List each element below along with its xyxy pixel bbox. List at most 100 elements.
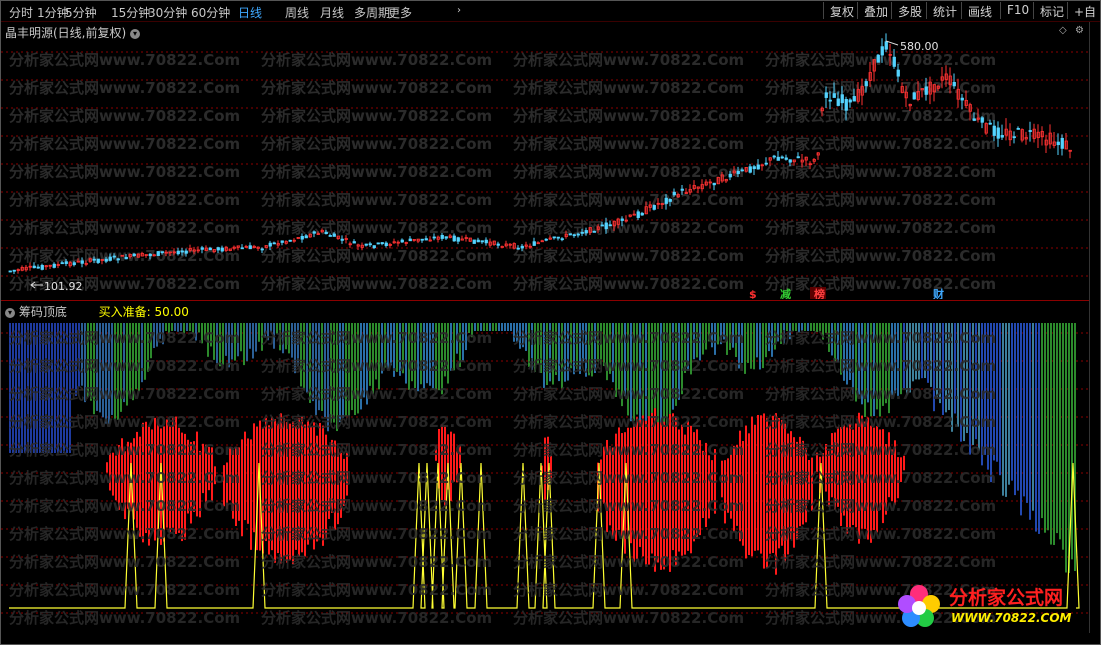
chevron-down-icon[interactable]: ▾ xyxy=(5,307,15,318)
chip-bar xyxy=(246,323,248,362)
event-tag[interactable]: 财 xyxy=(932,287,944,301)
period-tab-2[interactable]: 5分钟 xyxy=(65,4,97,21)
watermark-text: 分析家公式网www.70822.Com xyxy=(513,107,744,125)
candle xyxy=(444,236,448,240)
watermark-text: 分析家公式网www.70822.Com xyxy=(261,469,492,487)
candle xyxy=(700,179,704,192)
period-tab-7[interactable]: 周线 xyxy=(285,4,309,21)
candle xyxy=(912,91,916,100)
toolbar-button-4[interactable]: 画线 xyxy=(961,2,998,19)
period-tab-1[interactable]: 1分钟 xyxy=(37,4,69,21)
candle xyxy=(228,248,232,252)
chip-bar xyxy=(1017,323,1019,491)
toolbar-button-3[interactable]: 统计 xyxy=(926,2,963,19)
watermark-text: 分析家公式网www.70822.Com xyxy=(261,441,492,459)
right-scroll-strip[interactable] xyxy=(1089,22,1100,633)
watermark-text: 分析家公式网www.70822.Com xyxy=(765,553,996,571)
chip-bar xyxy=(1014,323,1016,496)
period-tab-8[interactable]: 月线 xyxy=(320,4,344,21)
candle xyxy=(632,210,636,216)
kline-panel[interactable]: 分析家公式网www.70822.Com 分析家公式网www.70822.Com 分析… xyxy=(1,22,1089,301)
panel-divider[interactable] xyxy=(1,300,1089,301)
candle xyxy=(1068,149,1072,159)
watermark-text: 分析家公式网www.70822.Com xyxy=(513,553,744,571)
toolbar-button-6[interactable]: 标记 xyxy=(1033,2,1070,19)
watermark-text-layer: 分析家公式网www.70822.Com 分析家公式网www.70822.Com 分析… xyxy=(9,51,996,293)
candle xyxy=(244,244,248,248)
chip-bar xyxy=(510,323,512,331)
candle xyxy=(1024,131,1028,145)
watermark-text: 分析家公式网www.70822.Com xyxy=(513,135,744,153)
toolbar-button-2[interactable]: 多股 xyxy=(891,2,928,19)
candle xyxy=(1008,123,1012,146)
watermark-text: 分析家公式网www.70822.Com xyxy=(261,497,492,515)
chip-bar xyxy=(1062,323,1064,550)
toolbar-button-0[interactable]: 复权 xyxy=(823,2,860,19)
candle xyxy=(712,182,716,191)
watermark-text: 分析家公式网www.70822.Com xyxy=(765,413,996,431)
candle xyxy=(540,239,544,243)
candle xyxy=(288,239,292,242)
watermark-text: 分析家公式网www.70822.Com xyxy=(9,51,240,69)
buy-bar xyxy=(751,416,753,557)
event-tag[interactable]: 减 xyxy=(780,287,791,301)
watermark-text: 分析家公式网www.70822.Com xyxy=(9,553,240,571)
candle xyxy=(256,246,260,251)
candle xyxy=(1040,126,1044,146)
watermark-text: 分析家公式网www.70822.Com xyxy=(261,609,492,627)
settings-icon[interactable]: ⚙ xyxy=(1075,25,1084,36)
chip-bar xyxy=(744,323,746,374)
period-tab-10[interactable]: 更多 xyxy=(388,4,412,21)
candle xyxy=(44,265,48,270)
diamond-icon[interactable]: ◇ xyxy=(1059,25,1067,36)
candle xyxy=(264,245,268,249)
kline-chart[interactable]: 分析家公式网www.70822.Com 分析家公式网www.70822.Com 分析… xyxy=(1,22,1089,301)
period-tab-3[interactable]: 15分钟 xyxy=(111,4,150,21)
watermark-logo: 分析家公式网 WWW.70822.COM xyxy=(889,577,1089,633)
candle xyxy=(1052,131,1056,149)
event-tag[interactable]: $ xyxy=(749,288,757,301)
watermark-text: 分析家公式网www.70822.Com xyxy=(261,219,492,237)
chip-bar xyxy=(1065,323,1067,573)
candle xyxy=(784,154,788,161)
period-tab-9[interactable]: 多周期 xyxy=(354,4,390,21)
candle xyxy=(752,164,756,175)
chip-bar xyxy=(1020,323,1022,516)
candle xyxy=(984,122,988,135)
candle xyxy=(1064,132,1068,150)
param-label: 买入准备: xyxy=(98,305,151,319)
event-tag[interactable]: 榜 xyxy=(810,287,826,301)
chevron-down-icon[interactable]: ▾ xyxy=(130,28,141,39)
watermark-text: 分析家公式网www.70822.Com xyxy=(765,79,996,97)
candle xyxy=(692,180,696,191)
svg-text:财: 财 xyxy=(932,287,944,299)
chip-bar xyxy=(498,323,500,331)
candle xyxy=(780,155,784,159)
watermark-text: 分析家公式网www.70822.Com xyxy=(9,469,240,487)
chevron-right-icon[interactable]: › xyxy=(457,5,461,16)
toolbar-button-1[interactable]: 叠加 xyxy=(857,2,894,19)
period-tab-5[interactable]: 60分钟 xyxy=(191,4,230,21)
candle xyxy=(724,178,728,183)
candle xyxy=(640,211,644,216)
candle xyxy=(420,238,424,243)
candle xyxy=(336,235,340,240)
chip-bar xyxy=(1008,323,1010,485)
period-tab-0[interactable]: 分时 xyxy=(9,4,33,21)
watermark-text: 分析家公式网www.70822.Com xyxy=(9,329,240,347)
chip-bar xyxy=(240,323,242,352)
watermark-text: 分析家公式网www.70822.Com xyxy=(513,329,744,347)
candle xyxy=(552,236,556,240)
candle xyxy=(24,265,28,272)
toolbar-button-5[interactable]: F10 xyxy=(1000,2,1035,19)
period-tab-6[interactable]: 日线 xyxy=(238,4,262,21)
watermark-text: 分析家公式网www.70822.Com xyxy=(9,441,240,459)
period-tab-4[interactable]: 30分钟 xyxy=(148,4,187,21)
candle xyxy=(400,238,404,243)
toolbar-button-7[interactable]: +自 xyxy=(1067,2,1100,19)
candle xyxy=(500,245,504,248)
chip-bar xyxy=(1029,323,1031,520)
buy-bar xyxy=(763,413,765,569)
watermark-text: 分析家公式网www.70822.Com xyxy=(513,357,744,375)
candle xyxy=(1028,121,1032,142)
